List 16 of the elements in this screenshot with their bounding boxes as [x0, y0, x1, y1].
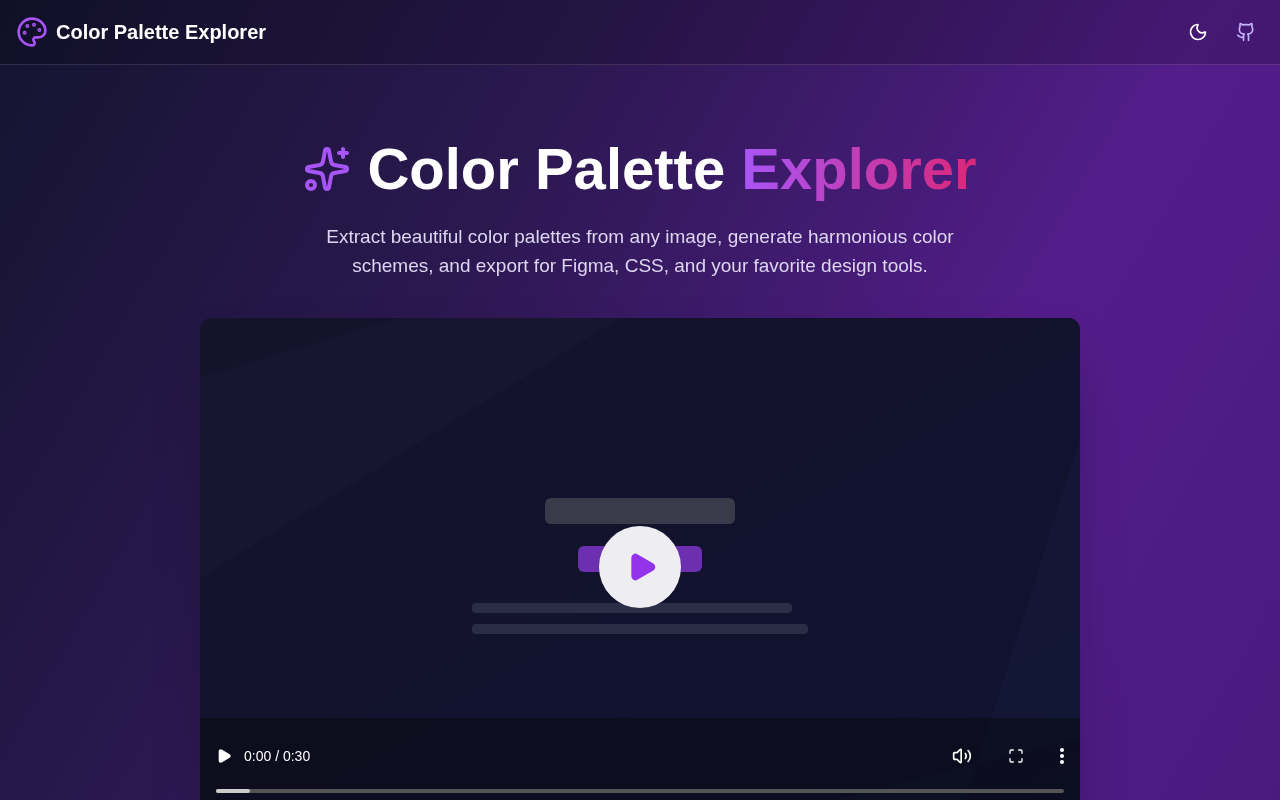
- progress-track[interactable]: [216, 789, 1064, 793]
- sparkles-icon: [303, 145, 352, 193]
- play-icon: [216, 748, 232, 764]
- volume-button[interactable]: [952, 746, 972, 766]
- fullscreen-button[interactable]: [1008, 748, 1024, 764]
- palette-icon: [16, 16, 48, 48]
- github-icon: [1236, 22, 1256, 42]
- volume-icon: [952, 746, 972, 766]
- play-button[interactable]: [216, 748, 232, 764]
- video-time: 0:00 / 0:30: [244, 747, 311, 766]
- fullscreen-icon: [1008, 748, 1024, 764]
- more-icon: [1060, 748, 1064, 764]
- moon-icon: [1188, 22, 1208, 42]
- more-button[interactable]: [1060, 748, 1064, 764]
- hero-subtitle: Extract beautiful color palettes from any image, generate harmonious color schemes, and export for Figma, CSS, and your favorite design tools.: [325, 225, 955, 278]
- app-title: Color Palette Explorer: [56, 20, 267, 45]
